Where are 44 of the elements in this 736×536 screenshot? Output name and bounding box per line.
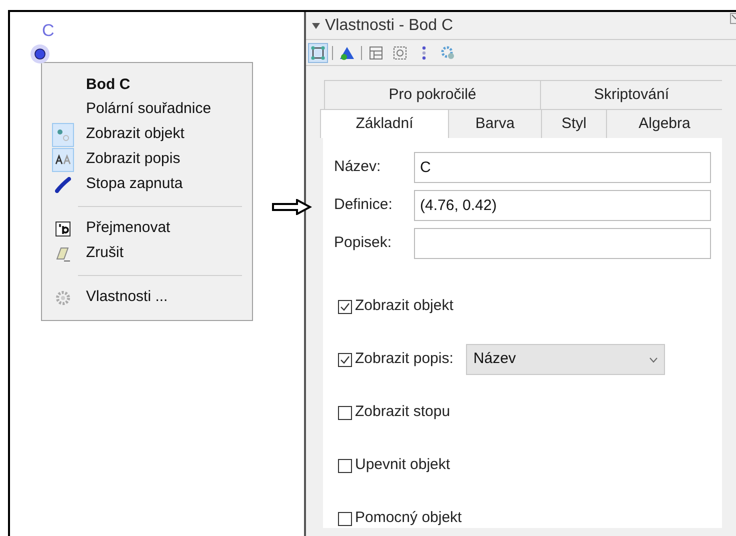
point-icon[interactable] xyxy=(30,44,50,64)
close-icon[interactable] xyxy=(730,13,736,24)
menu-item[interactable]: Přejmenovat xyxy=(42,216,252,241)
field-label: Název: xyxy=(334,157,382,178)
menu-item[interactable]: Zobrazit objekt xyxy=(42,122,252,147)
checkbox[interactable] xyxy=(338,300,352,314)
tab[interactable]: Barva xyxy=(448,109,541,138)
menu-item[interactable]: Vlastnosti ... xyxy=(42,285,252,310)
tab[interactable]: Pro pokročilé xyxy=(324,80,540,109)
field-label: Popisek: xyxy=(334,233,393,254)
menu-item[interactable]: Zobrazit popis xyxy=(42,147,252,172)
text-field[interactable]: C xyxy=(414,152,711,183)
tab[interactable]: Algebra xyxy=(606,109,722,138)
checkbox[interactable] xyxy=(338,352,352,366)
menu-item[interactable]: Zrušit xyxy=(42,241,252,266)
panel-title: Vlastnosti - Bod C xyxy=(325,16,454,36)
tab[interactable]: Skriptování xyxy=(540,80,722,109)
text-field[interactable]: (4.76, 0.42) xyxy=(414,190,711,221)
menu-item[interactable]: Polární souřadnice xyxy=(42,97,252,122)
menu-title: Bod C xyxy=(86,74,130,95)
checkbox-label: Zobrazit popis: xyxy=(355,349,454,370)
settings-icon xyxy=(55,290,71,306)
point-label: C xyxy=(42,22,54,39)
checkbox-label: Upevnit objekt xyxy=(355,455,450,476)
arrow-icon xyxy=(272,199,312,215)
checkbox[interactable] xyxy=(338,512,352,526)
collapse-icon[interactable] xyxy=(312,22,320,28)
dots-icon xyxy=(55,126,71,142)
checkbox-label: Zobrazit objekt xyxy=(355,296,454,316)
rename-icon xyxy=(55,220,71,236)
field-label: Definice: xyxy=(334,195,394,216)
menu-item[interactable]: Stopa zapnuta xyxy=(42,172,252,197)
chevron-down-icon xyxy=(649,356,658,362)
eraser-icon xyxy=(55,246,71,262)
brush-stroke-icon xyxy=(55,176,71,192)
text-field[interactable] xyxy=(414,228,711,259)
checkbox-label: Zobrazit stopu xyxy=(355,402,450,422)
checkbox[interactable] xyxy=(338,458,352,472)
checkbox[interactable] xyxy=(338,406,352,420)
dropdown[interactable]: Název xyxy=(466,344,666,375)
checkbox-label: Pomocný objekt xyxy=(355,508,462,528)
tab[interactable]: Styl xyxy=(541,109,606,138)
tab[interactable]: Základní xyxy=(320,109,448,138)
points-tool-icon[interactable] xyxy=(308,42,328,62)
